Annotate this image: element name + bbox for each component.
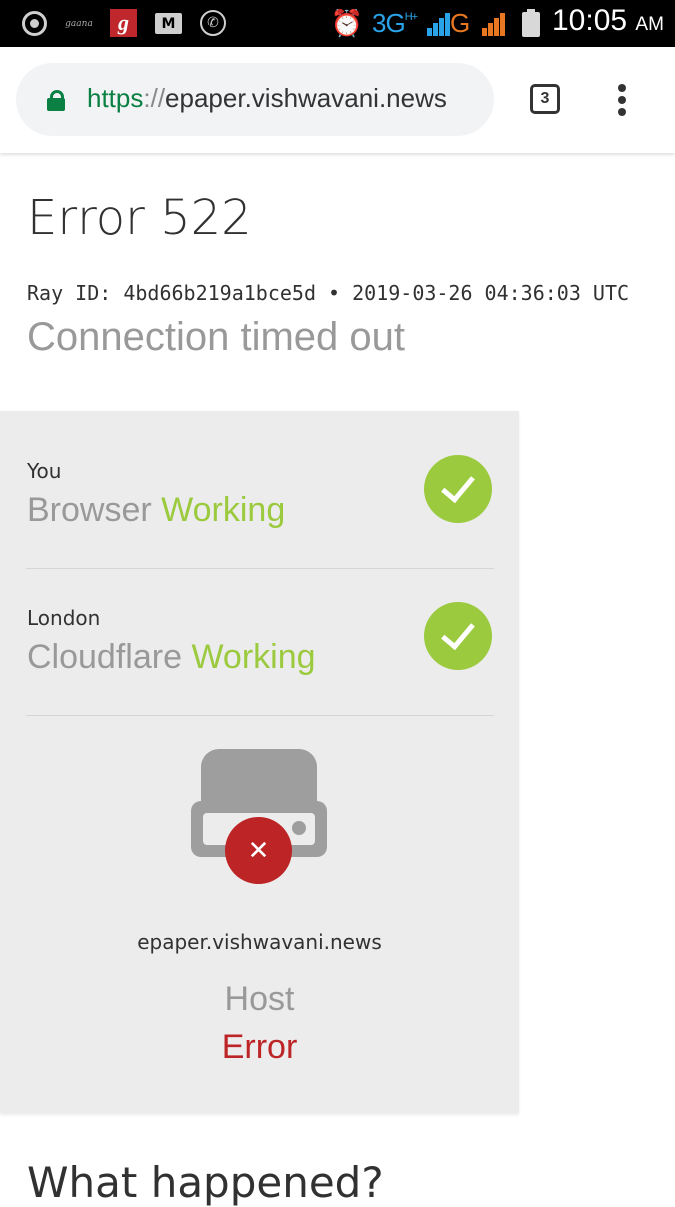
signal-bar [488, 23, 493, 36]
page-title: Error 522 [27, 190, 252, 246]
gaana-icon: gaana [65, 19, 93, 29]
overflow-menu-icon[interactable] [610, 84, 634, 116]
host-label: Host [224, 980, 295, 1018]
url-text[interactable]: https://epaper.vishwavani.news [87, 83, 447, 114]
lock-icon[interactable] [47, 90, 65, 111]
signal-bar [500, 13, 505, 36]
signal-bar [433, 23, 438, 36]
network-3g-indicator: 3G H+ [372, 7, 418, 38]
browser-check-icon [424, 455, 492, 523]
divider [26, 568, 494, 569]
alarm-icon: ⏰ [330, 9, 364, 39]
host-domain: epaper.vishwavani.news [137, 930, 382, 954]
cloudflare-status-row: Cloudflare Working [27, 638, 316, 677]
browser-label: Browser [27, 491, 152, 529]
cloudflare-location: London [27, 606, 101, 630]
browser-location: You [27, 459, 62, 483]
error-subtitle: Connection timed out [27, 315, 406, 359]
battery-icon [522, 9, 540, 37]
ray-id-line: Ray ID: 4bd66b219a1bce5d • 2019-03-26 04… [27, 281, 630, 305]
network-g-indicator: G [450, 7, 471, 38]
cloudflare-check-icon [424, 602, 492, 670]
browser-status-row: Browser Working [27, 491, 285, 530]
browser-status: Working [161, 491, 286, 529]
status-bar: gaana g M ✆ ⏰ 3G H+ G 10:05 AM [0, 0, 675, 47]
cloudflare-label: Cloudflare [27, 638, 182, 676]
tab-switcher-button[interactable]: 3 [530, 84, 560, 114]
host-status: Error [221, 1028, 298, 1066]
chrome-icon [22, 11, 47, 36]
cloudflare-status: Working [191, 638, 316, 676]
signal-bar [427, 28, 432, 36]
browser-toolbar: https://epaper.vishwavani.news 3 [0, 47, 675, 153]
divider [26, 715, 494, 716]
clock: 10:05 AM [552, 4, 664, 37]
address-bar[interactable]: https://epaper.vishwavani.news [16, 63, 494, 136]
g-app-icon: g [110, 9, 137, 37]
error-x-icon: ✕ [225, 817, 292, 884]
signal-bar [494, 18, 499, 36]
signal-bar [482, 28, 487, 36]
signal-bar [439, 18, 444, 36]
phone-icon: ✆ [200, 10, 226, 36]
gmail-icon: M [155, 13, 182, 34]
